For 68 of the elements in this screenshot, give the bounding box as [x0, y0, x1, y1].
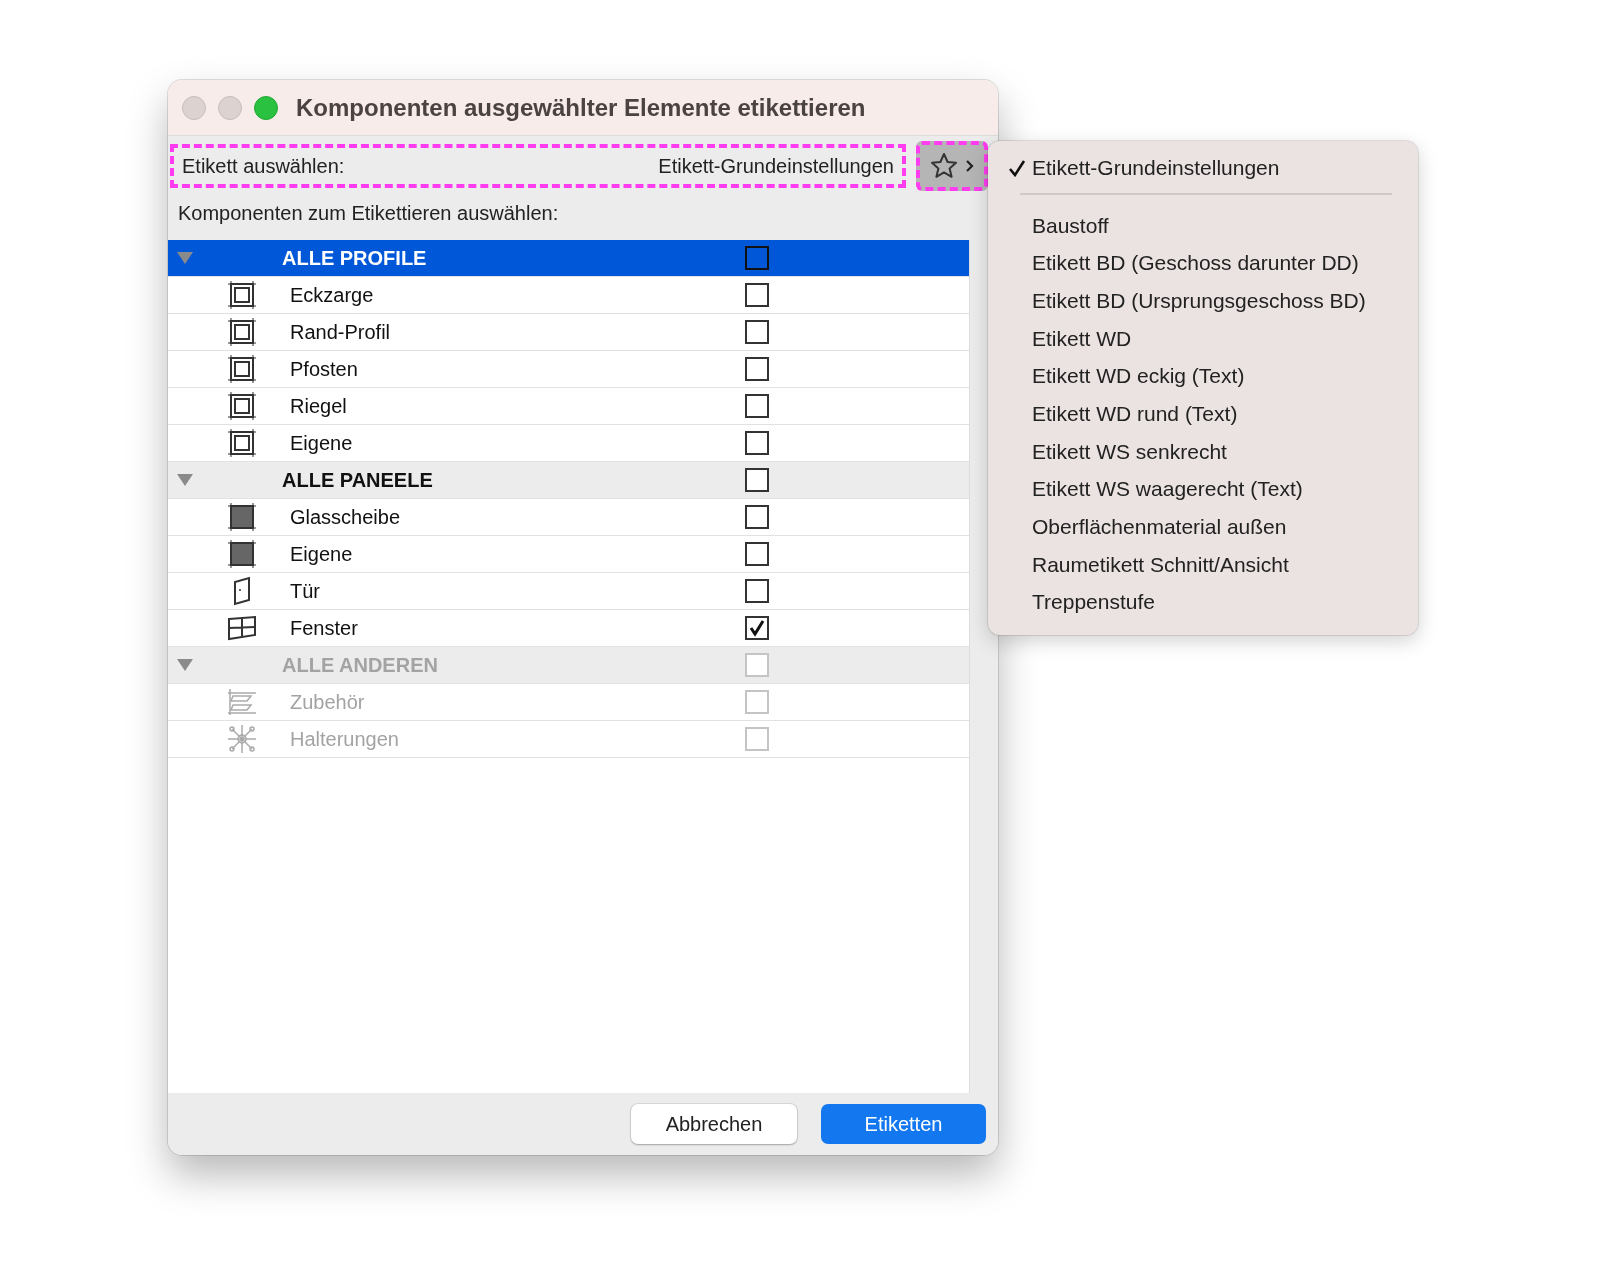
layered-sheets-icon	[227, 687, 257, 717]
group-row[interactable]: ALLE PROFILE	[168, 240, 969, 277]
menu-item[interactable]: Baustoff	[988, 206, 1418, 245]
favorites-button[interactable]	[916, 141, 988, 191]
menu-item[interactable]: Etikett WS senkrecht	[988, 432, 1418, 471]
component-label: Eckzarge	[290, 283, 375, 307]
filled-panel-icon	[227, 539, 257, 569]
group-label: ALLE ANDEREN	[282, 653, 439, 677]
selected-value: Etikett-Grundeinstellungen	[658, 154, 894, 178]
component-row[interactable]: Rand-Profil	[168, 314, 969, 351]
group-label: ALLE PROFILE	[282, 246, 428, 270]
menu-item[interactable]: Etikett WD rund (Text)	[988, 395, 1418, 433]
menu-item[interactable]: Etikett WS waagerecht (Text)	[988, 470, 1418, 509]
star-icon	[929, 151, 959, 181]
menu-item[interactable]: Treppenstufe	[988, 583, 1418, 622]
component-label: Tür	[290, 579, 321, 603]
group-row[interactable]: ALLE PANEELE	[168, 462, 969, 499]
window-pane-icon	[227, 613, 257, 643]
filled-panel-icon	[227, 502, 257, 532]
label-select-field[interactable]: Etikett auswählen: Etikett-Grundeinstellungen	[170, 144, 906, 188]
checkbox[interactable]	[745, 246, 769, 270]
component-label: Eigene	[290, 431, 354, 455]
component-label: Pfosten	[290, 357, 359, 381]
star-junction-icon	[227, 724, 257, 754]
checkbox[interactable]	[745, 431, 769, 455]
zoom-button[interactable]	[254, 95, 278, 120]
menu-item[interactable]: Etikett WD eckig (Text)	[988, 357, 1418, 396]
menu-item[interactable]: Etikett BD (Geschoss darunter DD)	[988, 244, 1418, 283]
field-label: Etikett auswählen:	[182, 154, 345, 178]
component-label: Fenster	[290, 616, 359, 640]
component-label: Eigene	[290, 542, 354, 566]
component-row[interactable]: Eckzarge	[168, 277, 969, 314]
checkbox[interactable]	[745, 505, 769, 529]
checkbox[interactable]	[745, 320, 769, 344]
disclosure-triangle-icon[interactable]	[176, 473, 194, 487]
group-label: ALLE PANEELE	[282, 468, 434, 492]
cancel-button[interactable]: Abbrechen	[631, 1104, 797, 1144]
menu-item[interactable]: Etikett WD	[988, 319, 1418, 358]
checkbox[interactable]	[745, 394, 769, 418]
frame-profile-icon	[227, 354, 257, 384]
chevron-right-icon	[965, 159, 975, 173]
component-label: Glasscheibe	[290, 505, 402, 529]
checkbox[interactable]	[745, 616, 769, 640]
menu-item[interactable]: Raumetikett Schnitt/Ansicht	[988, 545, 1418, 584]
checkbox[interactable]	[745, 468, 769, 492]
component-label: Riegel	[290, 394, 348, 418]
checkbox[interactable]	[745, 542, 769, 566]
checkbox[interactable]	[745, 357, 769, 381]
component-row[interactable]: Tür	[168, 573, 969, 610]
component-row[interactable]: Glasscheibe	[168, 499, 969, 536]
component-row[interactable]: Pfosten	[168, 351, 969, 388]
menu-item[interactable]: Etikett-Grundeinstellungen	[988, 149, 1418, 187]
instruction-text: Komponenten zum Etikettieren auswählen:	[177, 201, 560, 226]
component-label: Halterungen	[290, 727, 400, 751]
frame-profile-icon	[227, 280, 257, 310]
menu-item[interactable]: Oberflächenmaterial außen	[988, 508, 1418, 546]
component-row[interactable]: Eigene	[168, 536, 969, 573]
menu-item[interactable]: Etikett BD (Ursprungsgeschoss BD)	[988, 282, 1418, 320]
component-row[interactable]: Riegel	[168, 388, 969, 425]
label-button[interactable]: Etiketten	[821, 1104, 986, 1144]
frame-profile-icon	[227, 391, 257, 421]
component-label: Zubehör	[290, 690, 366, 714]
frame-profile-icon	[227, 428, 257, 458]
frame-profile-icon	[227, 317, 257, 347]
checkbox[interactable]	[745, 579, 769, 603]
window-title: Komponenten ausgewählter Elemente etikettieren	[296, 93, 866, 122]
checkbox[interactable]	[745, 283, 769, 307]
component-label: Rand-Profil	[290, 320, 392, 344]
